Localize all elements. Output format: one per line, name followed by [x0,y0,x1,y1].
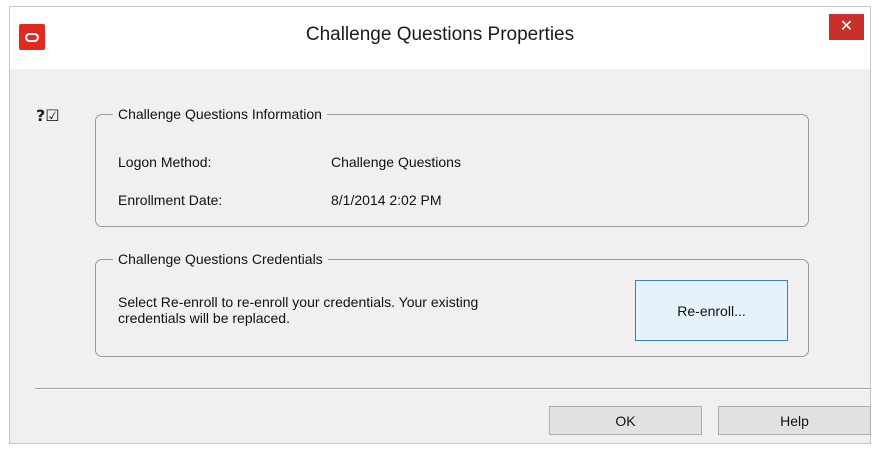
properties-dialog: Challenge Questions Properties ✕ ?☑ Chal… [9,6,871,444]
title-bar: Challenge Questions Properties ✕ [10,7,870,69]
help-button[interactable]: Help [718,406,871,435]
credentials-group-legend: Challenge Questions Credentials [113,251,328,268]
dialog-title: Challenge Questions Properties [305,24,575,45]
reenroll-button[interactable]: Re-enroll... [635,280,788,341]
enrollment-date-value: 8/1/2014 2:02 PM [331,192,442,208]
close-button[interactable]: ✕ [829,14,864,40]
reenroll-description: Select Re-enroll to re-enroll your crede… [118,294,479,326]
enrollment-date-label: Enrollment Date: [118,192,223,208]
credentials-group: Challenge Questions Credentials Select R… [95,251,809,357]
ok-button[interactable]: OK [549,406,702,435]
footer-separator [35,388,871,390]
logon-method-value: Challenge Questions [331,154,461,170]
info-group-legend: Challenge Questions Information [113,106,327,123]
challenge-question-icon: ?☑ [36,106,60,125]
info-group: Challenge Questions Information Logon Me… [95,106,809,227]
logon-method-label: Logon Method: [118,154,212,170]
